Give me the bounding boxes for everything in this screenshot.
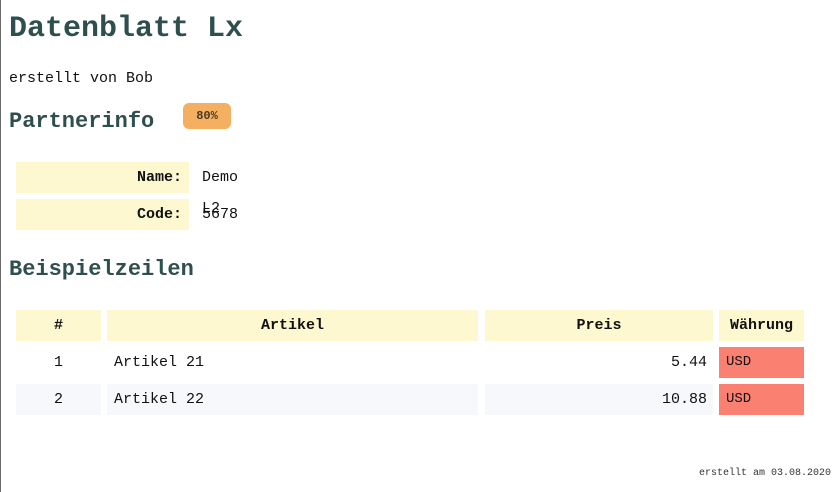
partner-name-label: Name:	[16, 162, 189, 193]
row-price: 10.88	[485, 384, 713, 415]
column-header-number: #	[16, 310, 101, 341]
partner-heading: Partnerinfo	[9, 109, 155, 134]
row-number: 2	[16, 384, 101, 415]
column-header-currency: Währung	[719, 310, 804, 341]
document-title: Datenblatt Lx	[9, 12, 244, 46]
row-currency: USD	[719, 347, 804, 378]
partner-code-value: 5678	[202, 206, 239, 223]
row-price: 5.44	[670, 354, 707, 371]
row-article: Artikel 21	[114, 354, 205, 371]
document-subtitle: erstellt von Bob	[9, 70, 154, 87]
examples-heading: Beispielzeilen	[9, 257, 194, 282]
footer-created-date: erstellt am 03.08.2020	[698, 468, 831, 479]
partner-code-label: Code:	[16, 199, 189, 230]
row-currency: USD	[719, 384, 804, 415]
completion-badge: 80%	[183, 103, 231, 129]
row-article: Artikel 22	[107, 384, 478, 415]
column-header-price: Preis	[485, 310, 713, 341]
column-header-article: Artikel	[107, 310, 478, 341]
row-number: 1	[53, 354, 63, 371]
